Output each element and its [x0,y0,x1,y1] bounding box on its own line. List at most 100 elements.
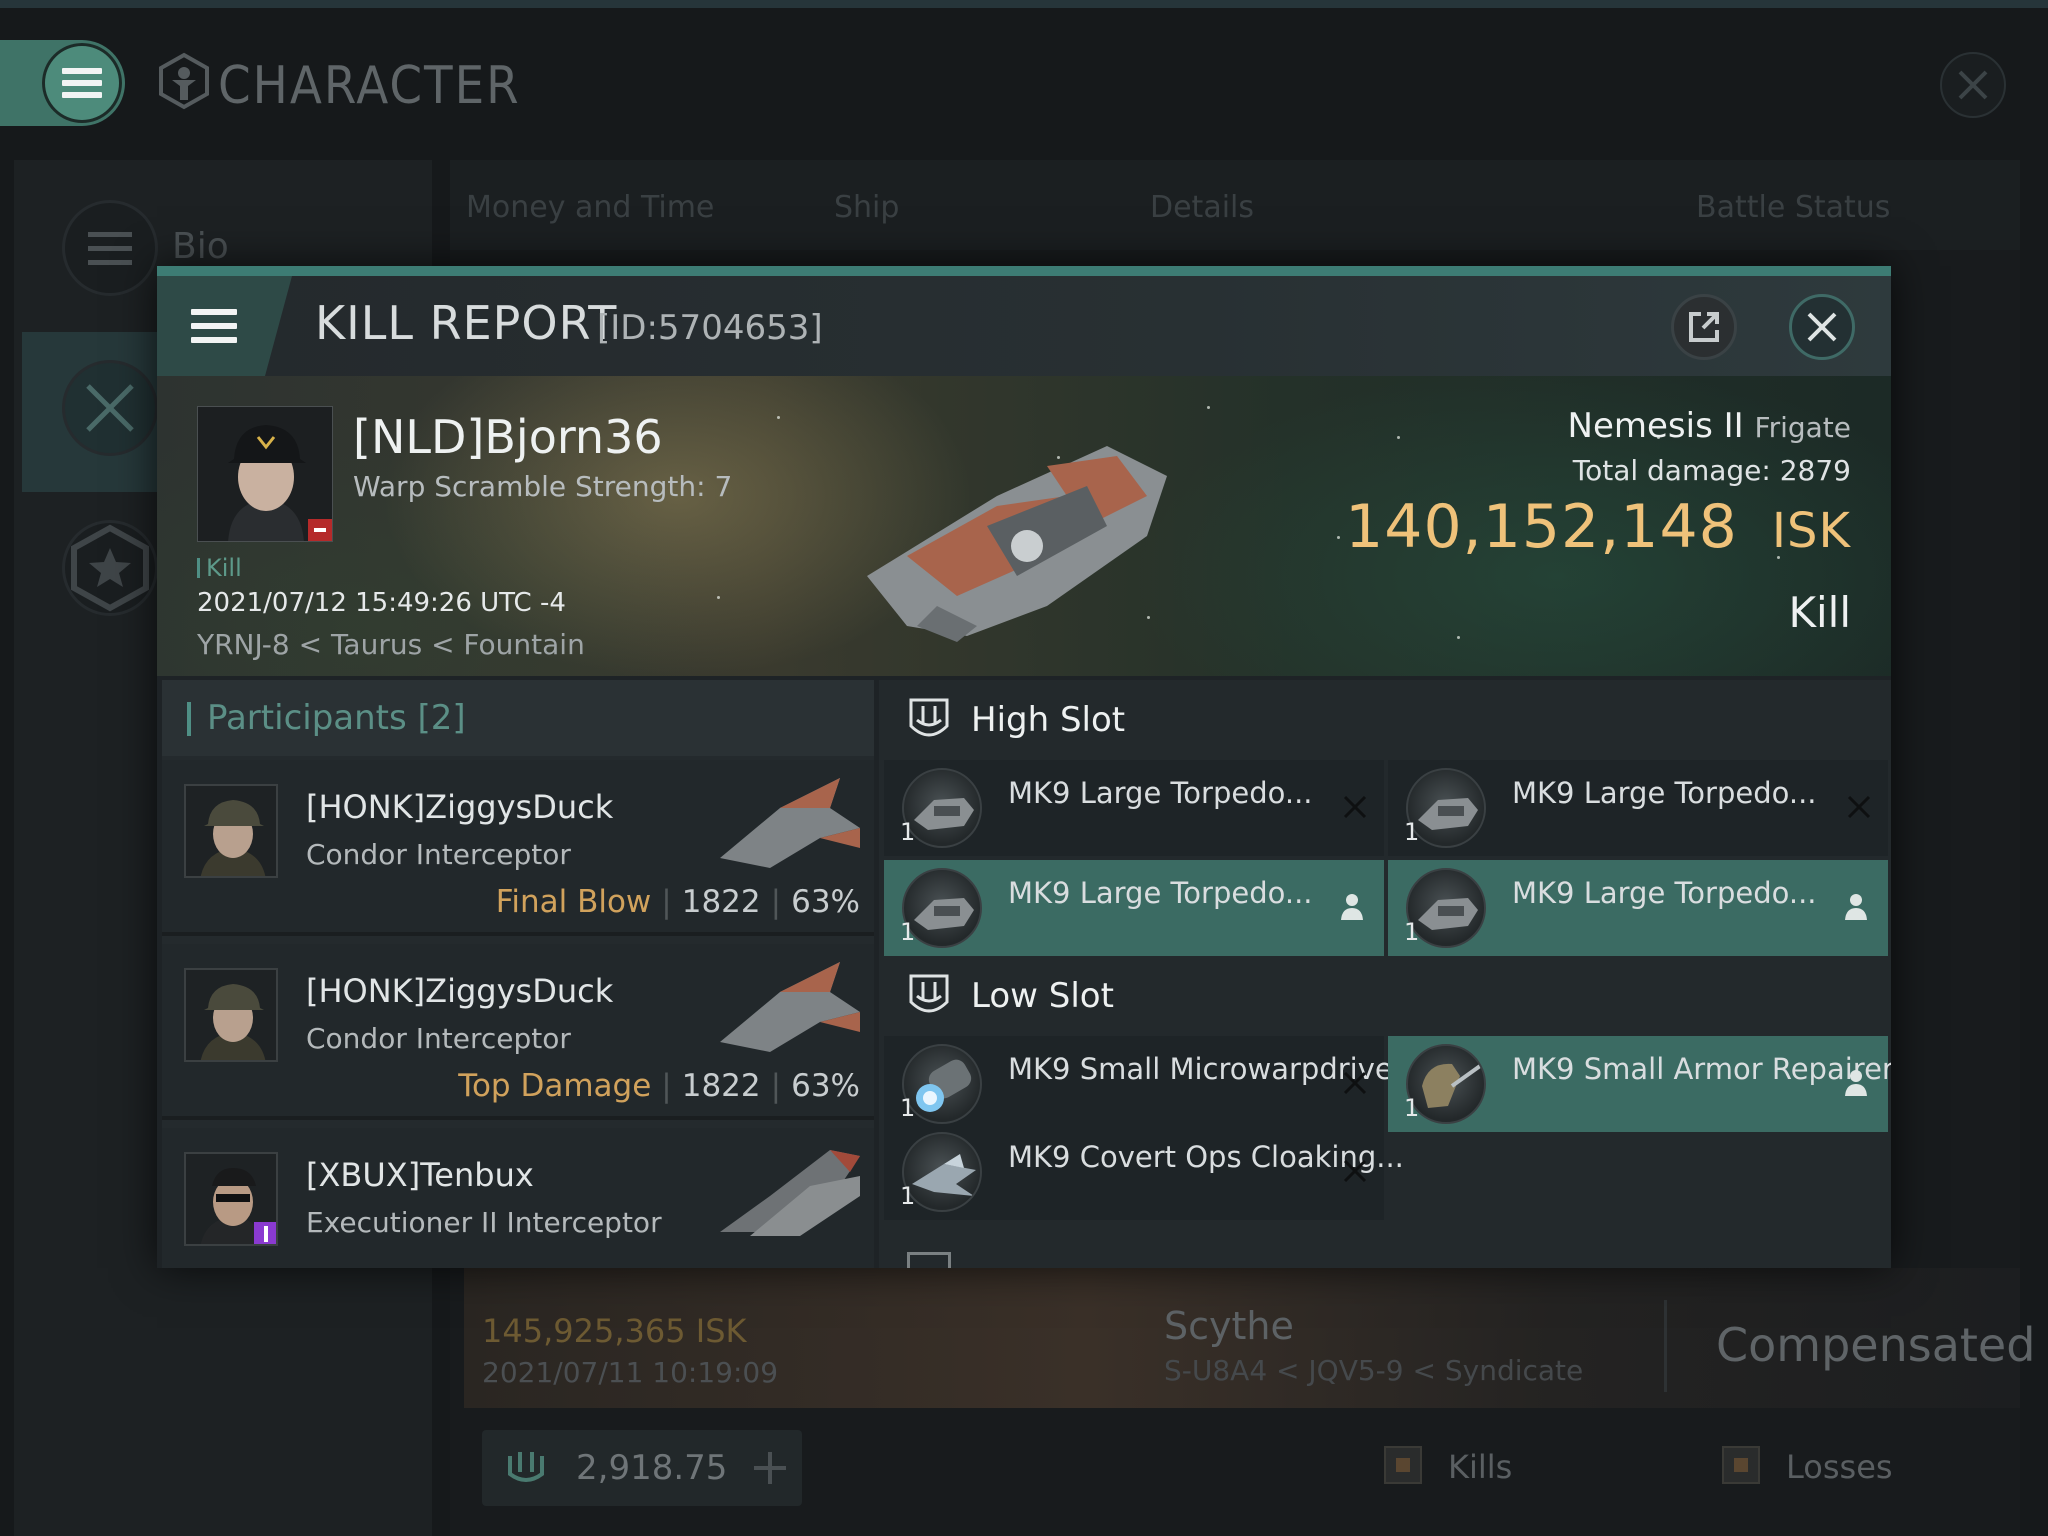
total-damage: Total damage: 2879 [1573,454,1851,487]
character-screen: CHARACTER Bio Money and Time Ship Detail… [0,0,2048,1536]
participant-name[interactable]: [HONK]ZiggysDuck [306,972,613,1010]
pilot-portrait-icon [186,786,276,876]
tab-battle-status[interactable]: Battle Status [1696,190,1890,225]
mid-slot-icon-partial [907,1252,951,1268]
participant-percent: 63% [791,1068,860,1104]
low-slot-icon [909,974,949,1013]
kill-datetime: 2021/07/12 15:49:26 UTC -4 [197,588,566,618]
losses-label: Losses [1786,1448,1893,1486]
dialog-close-button[interactable] [1789,294,1855,360]
pilot-portrait-icon [186,970,276,1060]
participant-ship-image [720,962,860,1052]
participants-title: Participants [2] [207,698,466,738]
module-item[interactable]: 1 MK9 Small Armor Repairer [1388,1036,1891,1132]
participants-label: Participants [207,698,407,738]
module-name: MK9 Large Torpedo... [1008,876,1313,910]
close-screen-button[interactable] [1940,52,2006,118]
kills-checkbox[interactable] [1384,1446,1422,1484]
participant-name[interactable]: [HONK]ZiggysDuck [306,788,613,826]
participant-stats: Final Blow | 1822 | 63% [495,884,860,920]
star-icon [71,524,149,612]
participant-avatar [184,1152,278,1246]
kill-tag-label: Kill [206,554,242,582]
character-icon [159,52,209,110]
participant-damage: 1822 [681,884,761,920]
hamburger-icon [190,309,237,343]
losses-checkbox[interactable] [1722,1446,1760,1484]
isk-unit: ISK [1771,503,1851,559]
sidebar-item-bio-label: Bio [172,226,229,267]
participant-ship: Condor Interceptor [306,1022,571,1055]
kill-result: Kill [1788,588,1851,637]
hamburger-icon [62,68,102,98]
top-damage-label: Top Damage [458,1068,652,1104]
crossed-swords-icon [86,384,134,432]
kill-summary-banner: [NLD]Bjorn36 Warp Scramble Strength: 7 K… [157,376,1891,676]
high-slot-title: High Slot [971,700,1126,740]
bio-circle [62,200,158,296]
tab-details[interactable]: Details [1150,190,1254,225]
victim-name[interactable]: [NLD]Bjorn36 [353,410,663,464]
kill-tag: Kill [197,554,242,582]
share-button[interactable] [1671,294,1737,360]
page-title: CHARACTER [218,56,521,116]
high-slot-icon [909,698,949,737]
module-item[interactable]: 1 MK9 Large Torpedo... [1388,860,1888,956]
background-currency-value: 2,918.75 [576,1448,728,1488]
background-row-ship: Scythe [1164,1304,1294,1348]
background-row-date: 2021/07/11 10:19:09 [482,1356,779,1389]
tab-ship[interactable]: Ship [834,190,899,225]
kill-location[interactable]: YRNJ-8 < Taurus < Fountain [197,628,585,661]
tab-money-and-time[interactable]: Money and Time [466,190,714,225]
victim-ship[interactable]: Nemesis II Frigate [1568,406,1851,446]
participants-panel: Participants [2] [HONK]ZiggysDuck Condor… [162,680,874,1268]
destroyed-icon [1343,1071,1367,1095]
module-item[interactable]: 1 MK9 Covert Ops Cloaking... [884,1124,1404,1220]
plus-icon[interactable] [750,1448,790,1488]
participant-row[interactable]: [HONK]ZiggysDuck Condor Interceptor Fina… [162,760,874,936]
victim-ship-name: Nemesis II [1567,406,1744,446]
high-slot-header: High Slot [879,680,1891,758]
kill-report-dialog: KILL REPORT [ID:5704653] [NLD]Bjorn36 Wa… [157,266,1891,1268]
isk-amount: 140,152,148 [1345,492,1738,562]
module-quantity: 1 [1404,1094,1420,1122]
module-name: MK9 Large Torpedo... [1512,876,1817,910]
module-quantity: 1 [900,1094,916,1122]
participant-ship: Executioner II Interceptor [306,1206,662,1239]
participant-name[interactable]: [XBUX]Tenbux [306,1156,534,1194]
victim-avatar[interactable] [197,406,333,542]
low-slot-title: Low Slot [971,976,1114,1016]
medals-circle [62,520,158,616]
module-item[interactable]: 1 MK9 Large Torpedo... [1388,760,1888,856]
main-menu-button[interactable] [0,40,125,126]
participant-ship: Condor Interceptor [306,838,571,871]
module-name: MK9 Small Armor Repairer [1512,1052,1891,1086]
dialog-accent-bar [157,266,1891,276]
isk-value: 140,152,148 ISK [1345,492,1851,562]
module-item[interactable]: 1 MK9 Large Torpedo... [884,860,1384,956]
module-quantity: 1 [900,818,916,846]
external-link-icon [1689,312,1719,342]
module-item[interactable]: 1 MK9 Large Torpedo... [884,760,1384,856]
module-name: MK9 Small Microwarpdrive [1008,1052,1393,1086]
participant-row[interactable]: [XBUX]Tenbux Executioner II Interceptor [162,1128,874,1268]
participant-stats: Top Damage | 1822 | 63% [458,1068,860,1104]
pilot-portrait-icon [198,407,332,541]
participant-row[interactable]: [HONK]ZiggysDuck Condor Interceptor Top … [162,944,874,1120]
final-blow-label: Final Blow [495,884,652,920]
participant-percent: 63% [791,884,860,920]
kills-label: Kills [1448,1448,1513,1486]
pilot-portrait-icon [186,1154,276,1244]
module-item[interactable]: 1 MK9 Small Microwarpdrive [884,1036,1393,1132]
top-strip [0,0,2048,8]
dialog-title: KILL REPORT [315,296,618,350]
background-row-status: Compensated [1716,1318,2036,1372]
participant-ship-image [720,1150,860,1236]
currency-icon [508,1452,544,1482]
participants-header: Participants [2] [162,680,874,756]
close-icon [1958,70,1988,100]
combat-circle [62,360,158,456]
dropped-user-icon [1845,1070,1867,1096]
divider [1664,1300,1667,1392]
destroyed-icon [1847,795,1871,819]
